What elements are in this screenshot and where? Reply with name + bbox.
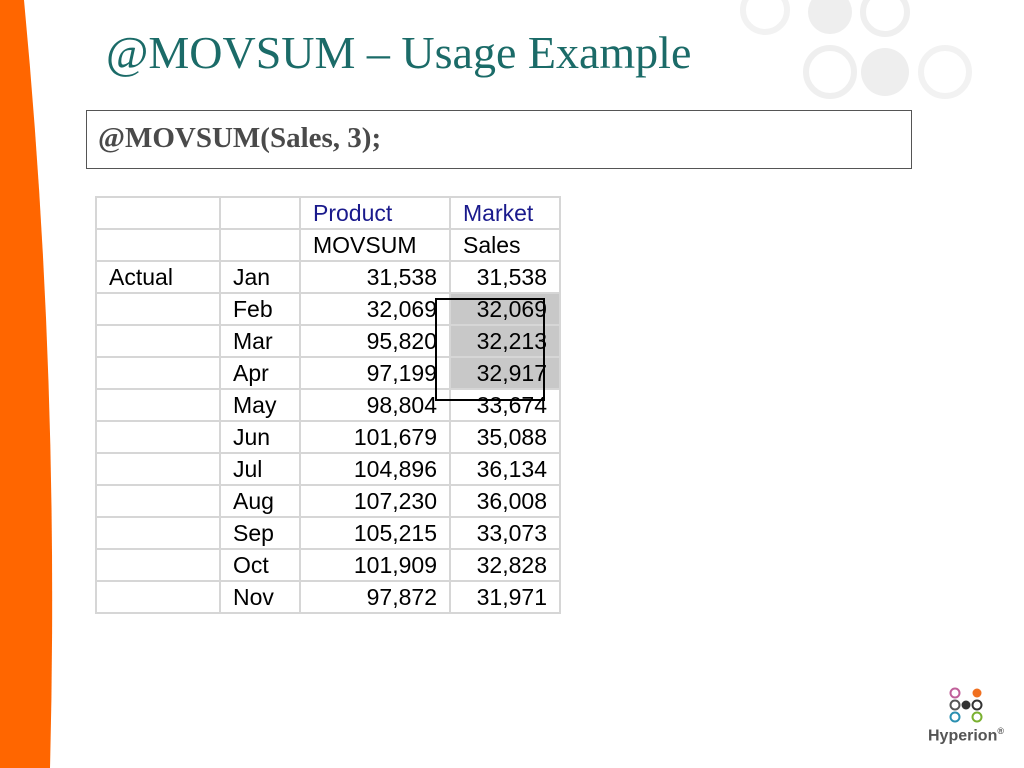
movsum-cell: 97,872 (299, 580, 451, 614)
month-cell: Oct (219, 548, 301, 582)
scenario-cell (95, 452, 221, 486)
scenario-cell (95, 356, 221, 390)
header-cell (95, 228, 221, 262)
month-cell: Nov (219, 580, 301, 614)
scenario-cell (95, 292, 221, 326)
table-row: Feb 32,069 32,069 (95, 292, 561, 326)
movsum-cell: 105,215 (299, 516, 451, 550)
month-cell: Aug (219, 484, 301, 518)
table-row: May 98,804 33,674 (95, 388, 561, 422)
registered-mark: ® (997, 726, 1004, 736)
table-row: Actual Jan 31,538 31,538 (95, 260, 561, 294)
sales-cell: 36,134 (449, 452, 561, 486)
sales-cell: 31,538 (449, 260, 561, 294)
sales-cell: 32,828 (449, 548, 561, 582)
scenario-cell (95, 580, 221, 614)
decorative-circles (740, 0, 972, 99)
month-cell: Jun (219, 420, 301, 454)
hyperion-logo-icon (949, 687, 983, 723)
scenario-cell (95, 388, 221, 422)
sales-cell: 32,213 (449, 324, 561, 358)
table-header-row: Product Market (95, 196, 561, 230)
scenario-cell (95, 484, 221, 518)
sales-cell: 35,088 (449, 420, 561, 454)
sales-cell: 31,971 (449, 580, 561, 614)
movsum-cell: 104,896 (299, 452, 451, 486)
scenario-cell (95, 324, 221, 358)
month-cell: Jul (219, 452, 301, 486)
sales-cell: 32,069 (449, 292, 561, 326)
table-row: Nov 97,872 31,971 (95, 580, 561, 614)
movsum-cell: 97,199 (299, 356, 451, 390)
header-cell (95, 196, 221, 230)
table-row: Sep 105,215 33,073 (95, 516, 561, 550)
table-row: Jun 101,679 35,088 (95, 420, 561, 454)
month-cell: Sep (219, 516, 301, 550)
table-row: Oct 101,909 32,828 (95, 548, 561, 582)
movsum-cell: 101,679 (299, 420, 451, 454)
sales-cell: 33,674 (449, 388, 561, 422)
header-market: Market (449, 196, 561, 230)
month-cell: Mar (219, 324, 301, 358)
table-row: Jul 104,896 36,134 (95, 452, 561, 486)
formula-text: @MOVSUM(Sales, 3); (98, 122, 382, 154)
table-row: Aug 107,230 36,008 (95, 484, 561, 518)
movsum-cell: 98,804 (299, 388, 451, 422)
sales-cell: 33,073 (449, 516, 561, 550)
scenario-cell: Actual (95, 260, 221, 294)
scenario-cell (95, 548, 221, 582)
month-cell: Apr (219, 356, 301, 390)
orange-side-bar (0, 0, 53, 768)
formula-box: @MOVSUM(Sales, 3); (86, 110, 912, 169)
month-cell: Jan (219, 260, 301, 294)
scenario-cell (95, 420, 221, 454)
header-product: Product (299, 196, 451, 230)
month-cell: May (219, 388, 301, 422)
movsum-table: Product Market MOVSUM Sales Actual Jan 31,… (95, 196, 561, 614)
header-sales: Sales (449, 228, 561, 262)
month-cell: Feb (219, 292, 301, 326)
hyperion-logo-text: Hyperion (928, 727, 998, 745)
sales-cell: 36,008 (449, 484, 561, 518)
slide-title: @MOVSUM – Usage Example (106, 27, 692, 78)
header-cell (219, 196, 301, 230)
movsum-cell: 101,909 (299, 548, 451, 582)
table-row: Mar 95,820 32,213 (95, 324, 561, 358)
movsum-cell: 95,820 (299, 324, 451, 358)
scenario-cell (95, 516, 221, 550)
header-movsum: MOVSUM (299, 228, 451, 262)
header-cell (219, 228, 301, 262)
movsum-cell: 31,538 (299, 260, 451, 294)
table-row: Apr 97,199 32,917 (95, 356, 561, 390)
sales-cell: 32,917 (449, 356, 561, 390)
movsum-cell: 107,230 (299, 484, 451, 518)
table-header-row: MOVSUM Sales (95, 228, 561, 262)
hyperion-logo: Hyperion® (922, 682, 1012, 752)
movsum-cell: 32,069 (299, 292, 451, 326)
